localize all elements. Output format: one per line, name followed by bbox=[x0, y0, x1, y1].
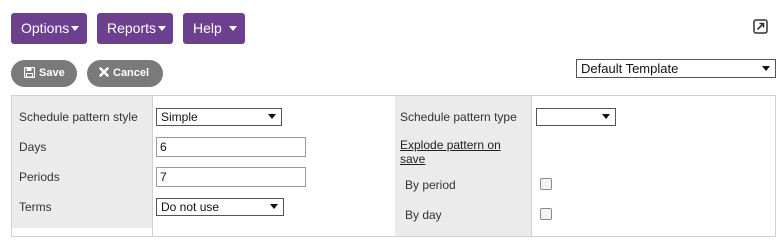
by-period-checkbox[interactable] bbox=[540, 178, 552, 190]
explode-pattern-link[interactable]: Explode pattern on save bbox=[400, 138, 520, 166]
schedule-pattern-type-select[interactable] bbox=[536, 108, 616, 126]
reports-menu-label: Reports bbox=[107, 20, 157, 36]
schedule-pattern-type-label: Schedule pattern type bbox=[400, 110, 517, 124]
periods-input[interactable]: 7 bbox=[156, 167, 306, 187]
schedule-pattern-style-select[interactable]: Simple bbox=[156, 108, 282, 126]
options-menu-button[interactable]: Options bbox=[11, 13, 87, 44]
schedule-pattern-style-value: Simple bbox=[161, 110, 198, 124]
save-button-label: Save bbox=[39, 67, 65, 79]
reports-menu-button[interactable]: Reports bbox=[97, 13, 173, 44]
dropdown-arrow-icon bbox=[602, 114, 610, 119]
help-menu-button[interactable]: Help bbox=[183, 13, 245, 44]
schedule-pattern-style-label: Schedule pattern style bbox=[19, 110, 138, 124]
save-button[interactable]: Save bbox=[11, 60, 77, 87]
options-menu-label: Options bbox=[21, 20, 70, 36]
by-period-label: By period bbox=[405, 178, 456, 192]
by-day-checkbox[interactable] bbox=[540, 208, 552, 220]
cancel-button[interactable]: Cancel bbox=[87, 60, 163, 87]
caret-down-icon bbox=[71, 25, 80, 31]
template-select-value: Default Template bbox=[581, 61, 679, 76]
caret-down-icon bbox=[158, 25, 167, 31]
column-divider bbox=[152, 96, 153, 236]
periods-value: 7 bbox=[160, 170, 167, 184]
help-menu-label: Help bbox=[193, 20, 222, 36]
schedule-pattern-form: Schedule pattern style Simple Days 6 Per… bbox=[11, 95, 776, 237]
dropdown-arrow-icon bbox=[762, 66, 770, 71]
days-label: Days bbox=[19, 140, 47, 154]
template-select[interactable]: Default Template bbox=[576, 59, 776, 78]
popout-window-icon[interactable] bbox=[753, 19, 768, 34]
close-icon bbox=[99, 67, 109, 77]
dropdown-arrow-icon bbox=[268, 114, 276, 119]
column-divider bbox=[531, 96, 532, 236]
terms-label: Terms bbox=[19, 200, 52, 214]
cancel-button-label: Cancel bbox=[113, 67, 150, 79]
floppy-disk-icon bbox=[23, 66, 36, 78]
terms-value: Do not use bbox=[161, 200, 220, 214]
days-input[interactable]: 6 bbox=[156, 137, 306, 157]
days-value: 6 bbox=[160, 140, 167, 154]
caret-down-icon bbox=[228, 25, 237, 31]
terms-select[interactable]: Do not use bbox=[156, 198, 284, 216]
by-day-label: By day bbox=[405, 208, 442, 222]
periods-label: Periods bbox=[19, 170, 60, 184]
dropdown-arrow-icon bbox=[270, 204, 278, 209]
